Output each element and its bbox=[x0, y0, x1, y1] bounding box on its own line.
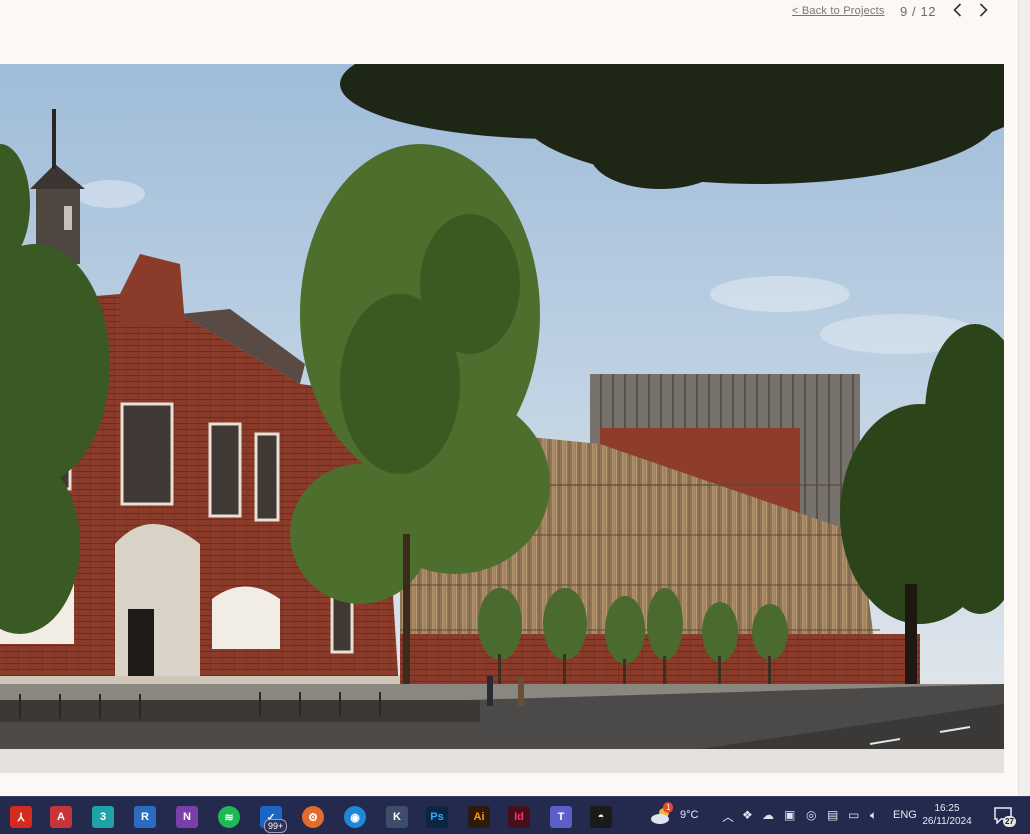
dropbox-icon[interactable]: ❖ bbox=[742, 808, 753, 822]
chevron-left-icon[interactable] bbox=[950, 2, 966, 18]
system-clock[interactable]: 16:25 26/11/2024 bbox=[917, 802, 977, 828]
3ds-max-icon[interactable]: 3 bbox=[92, 806, 114, 828]
chevron-right-icon[interactable] bbox=[975, 2, 991, 18]
notification-count-badge: 27 bbox=[1003, 816, 1016, 827]
onenote-icon[interactable]: N bbox=[176, 806, 198, 828]
clock-time: 16:25 bbox=[934, 803, 960, 814]
photoshop-icon[interactable]: Ps bbox=[426, 806, 448, 828]
onedrive-icon[interactable]: ☁ bbox=[762, 808, 774, 822]
access-icon[interactable]: A bbox=[50, 806, 72, 828]
windows-taskbar: ⅄ A 3 R N ≋ ✓ 99+ ⚙ ◉ K Ps Ai Id T ◓ 1 9… bbox=[0, 796, 1030, 834]
security-icon[interactable]: ▤ bbox=[827, 808, 838, 822]
clock-date: 26/11/2024 bbox=[922, 816, 972, 827]
volume-icon[interactable]: 🔈︎ bbox=[870, 808, 877, 823]
camera-icon[interactable]: ◎ bbox=[806, 808, 816, 822]
chevron-up-icon[interactable]: ︿ bbox=[722, 808, 734, 825]
indesign-icon[interactable]: Id bbox=[508, 806, 530, 828]
illustrator-icon[interactable]: Ai bbox=[468, 806, 490, 828]
teams-icon[interactable]: T bbox=[550, 806, 572, 828]
revit-icon[interactable]: R bbox=[134, 806, 156, 828]
image-counter: 9 / 12 bbox=[900, 4, 937, 19]
spotify-icon[interactable]: ≋ bbox=[218, 806, 240, 828]
project-photograph bbox=[0, 64, 1004, 749]
project-nav: < Back to Projects 9 / 12 bbox=[0, 0, 1030, 64]
language-indicator[interactable]: ENG bbox=[893, 809, 917, 821]
back-to-projects-link[interactable]: < Back to Projects bbox=[792, 5, 885, 17]
app-orange-icon[interactable]: ⚙ bbox=[302, 806, 324, 828]
app-k-icon[interactable]: K bbox=[386, 806, 408, 828]
device-icon[interactable]: ▣ bbox=[784, 808, 795, 822]
outlook-unread-badge: 99+ bbox=[264, 819, 288, 833]
app-blue-circle-icon[interactable]: ◉ bbox=[344, 806, 366, 828]
temperature-readout[interactable]: 9°C bbox=[680, 809, 698, 821]
acrobat-icon[interactable]: ⅄ bbox=[10, 806, 32, 828]
network-icon[interactable]: ▭ bbox=[848, 808, 859, 822]
building-photo-illustration bbox=[0, 64, 1004, 749]
photo-caption-strip bbox=[0, 749, 1004, 773]
app-dark-icon[interactable]: ◓ bbox=[590, 806, 612, 828]
page-scrollbar[interactable] bbox=[1018, 0, 1030, 796]
